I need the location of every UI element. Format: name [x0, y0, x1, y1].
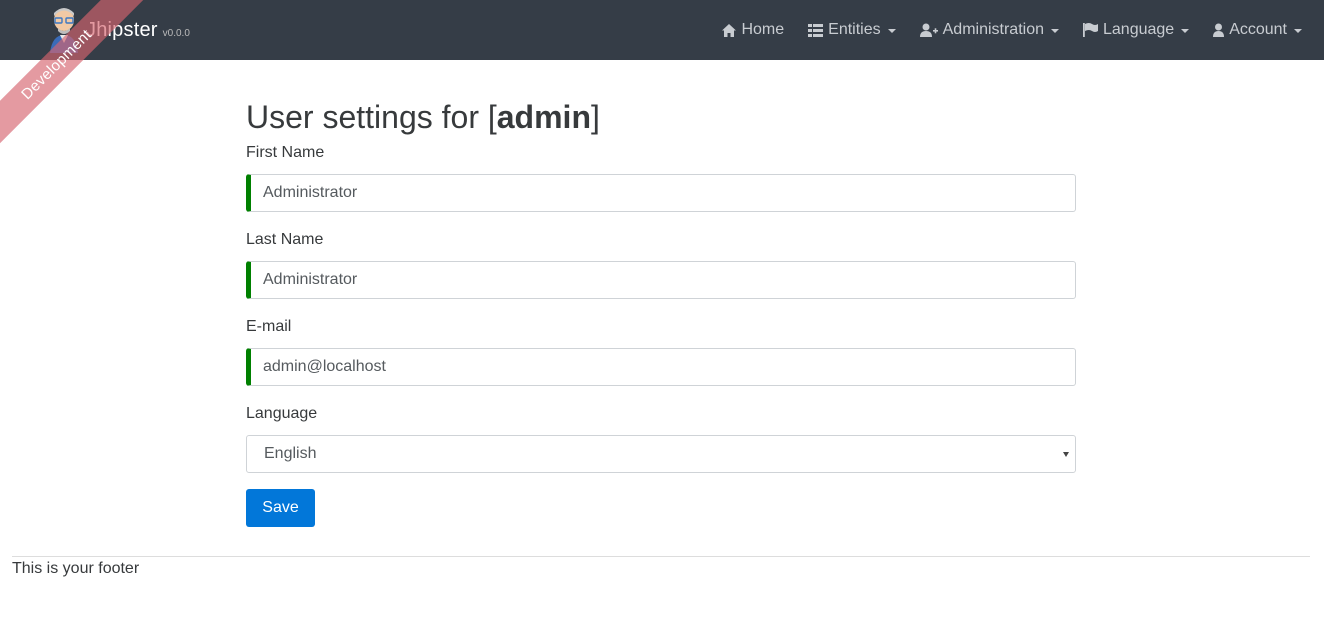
- chevron-down-icon: [1294, 29, 1302, 33]
- language-select-value: English: [264, 445, 317, 462]
- nav-item-administration-label: Administration: [942, 21, 1044, 38]
- email-group: E-mail: [246, 316, 1076, 386]
- list-icon: [808, 23, 824, 37]
- nav-menu: Home Entities Administration Language Ac…: [698, 0, 1302, 60]
- language-label: Language: [246, 405, 318, 422]
- nav-item-entities-label: Entities: [828, 21, 881, 38]
- flag-icon: [1083, 23, 1098, 37]
- nav-item-home-label: Home: [741, 21, 785, 38]
- home-icon: [722, 23, 737, 37]
- nav-item-home[interactable]: Home: [722, 21, 784, 39]
- footer-divider: [12, 556, 1310, 557]
- nav-item-language-label: Language: [1103, 21, 1175, 38]
- user-plus-icon: [919, 23, 938, 37]
- chevron-down-icon: [1051, 29, 1059, 33]
- language-select[interactable]: English: [246, 435, 1076, 473]
- first-name-group: First Name: [246, 142, 1076, 212]
- email-label: E-mail: [246, 318, 292, 335]
- chevron-down-icon: [1181, 29, 1190, 33]
- page-title: User settings for [admin]: [246, 96, 1076, 138]
- navbar: Jhipster v0.0.0 Home Entities Administra…: [0, 0, 1324, 60]
- nav-item-administration[interactable]: Administration: [919, 21, 1059, 39]
- chevron-down-icon: [887, 29, 896, 33]
- footer-text: This is your footer: [12, 560, 140, 577]
- page-title-prefix: User settings for [: [246, 99, 497, 135]
- nav-item-account[interactable]: Account: [1213, 21, 1302, 39]
- save-button[interactable]: Save: [246, 489, 315, 527]
- page-title-suffix: ]: [590, 99, 600, 135]
- settings-form: User settings for [admin] First Name Las…: [246, 96, 1076, 527]
- user-icon: [1213, 23, 1225, 37]
- language-group: Language English: [246, 403, 1076, 473]
- page-title-username: admin: [496, 99, 591, 135]
- last-name-label: Last Name: [246, 231, 324, 248]
- email-input[interactable]: [246, 348, 1076, 386]
- select-arrow-icon: [1063, 452, 1069, 457]
- first-name-input[interactable]: [246, 174, 1076, 212]
- last-name-group: Last Name: [246, 229, 1076, 299]
- nav-item-entities[interactable]: Entities: [808, 21, 896, 39]
- last-name-input[interactable]: [246, 261, 1076, 299]
- nav-item-account-label: Account: [1229, 21, 1287, 38]
- brand-version: v0.0.0: [162, 27, 190, 39]
- nav-item-language[interactable]: Language: [1083, 21, 1190, 39]
- first-name-label: First Name: [246, 144, 325, 161]
